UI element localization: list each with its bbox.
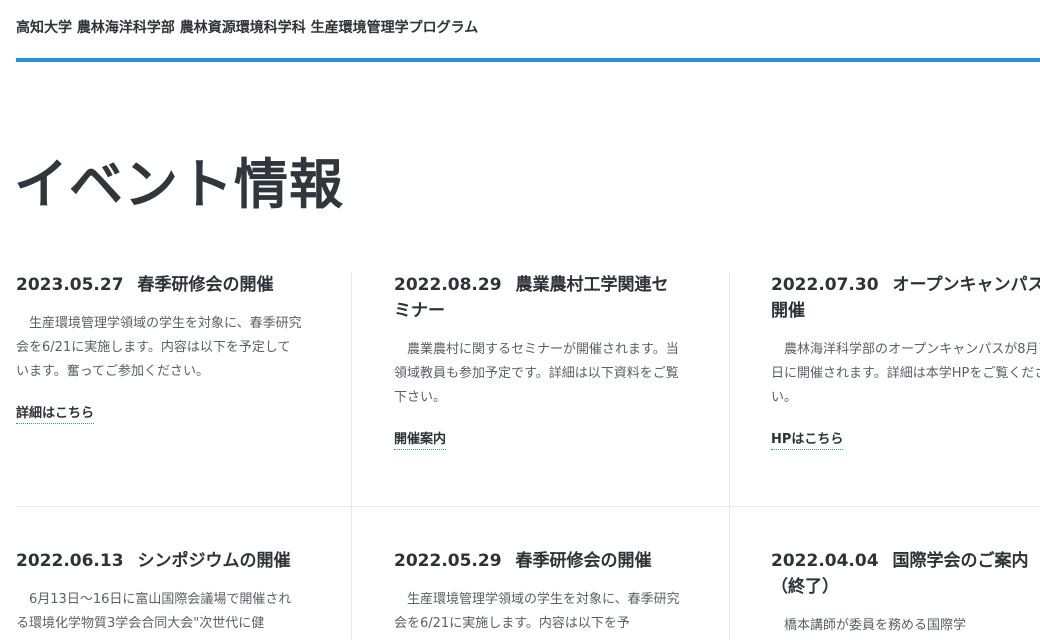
page-title: イベント情報 bbox=[14, 153, 344, 216]
site-title[interactable]: 高知大学 農林海洋科学部 農林資源環境科学科 生産環境管理学プログラム bbox=[16, 17, 478, 37]
event-card: 2023.05.27 春季研修会の開催 生産環境管理学領域の学生を対象に、春季研究… bbox=[0, 272, 378, 492]
event-heading[interactable]: 2023.05.27 春季研修会の開催 bbox=[16, 272, 306, 298]
event-description: 6月13日～16日に富山国際会議場で開催される環境化学物質3学会合同大会"次世代… bbox=[16, 592, 292, 631]
event-heading[interactable]: 2022.06.13 シンポジウムの開催 bbox=[16, 548, 306, 574]
event-card: 2022.08.29 農業農村工学関連セミナー 農業農村に関するセミナーが開催され… bbox=[378, 272, 756, 492]
event-description: 農林海洋科学部のオープンキャンパスが8月7日に開催されます。詳細は本学HPをご覧… bbox=[771, 342, 1040, 405]
event-heading[interactable]: 2022.04.04 国際学会のご案内（終了） bbox=[771, 548, 1040, 600]
event-date: 2022.04.04 bbox=[771, 551, 879, 571]
event-grid: 2023.05.27 春季研修会の開催 生産環境管理学領域の学生を対象に、春季研究… bbox=[0, 272, 1040, 640]
event-date: 2023.05.27 bbox=[16, 275, 124, 295]
event-detail-link[interactable]: 開催案内 bbox=[394, 428, 447, 450]
event-description: 生産環境管理学領域の学生を対象に、春季研究会を6/21に実施します。内容は以下を… bbox=[394, 592, 680, 631]
event-description: 農業農村に関するセミナーが開催されます。当領域教員も参加予定です。詳細は以下資料… bbox=[394, 342, 679, 405]
event-card: 2022.05.29 春季研修会の開催 生産環境管理学領域の学生を対象に、春季研究… bbox=[378, 548, 756, 640]
event-detail-link[interactable]: 詳細はこちら bbox=[16, 402, 95, 424]
event-date: 2022.05.29 bbox=[394, 551, 502, 571]
event-date: 2022.06.13 bbox=[16, 551, 124, 571]
event-detail-link[interactable]: HPはこちら bbox=[771, 428, 844, 450]
event-title: 春季研修会の開催 bbox=[515, 551, 652, 571]
event-date: 2022.08.29 bbox=[394, 275, 502, 295]
row-divider bbox=[16, 506, 1040, 507]
event-description: 生産環境管理学領域の学生を対象に、春季研究会を6/21に実施します。内容は以下を… bbox=[16, 316, 302, 379]
event-heading[interactable]: 2022.05.29 春季研修会の開催 bbox=[394, 548, 684, 574]
event-card: 2022.04.04 国際学会のご案内（終了） 橋本講師が委員を務める国際学 bbox=[755, 548, 1040, 640]
event-title: 春季研修会の開催 bbox=[137, 275, 274, 295]
event-card: 2022.07.30 オープンキャンパス開催 農林海洋科学部のオープンキャンパスが… bbox=[755, 272, 1040, 492]
event-date: 2022.07.30 bbox=[771, 275, 879, 295]
event-heading[interactable]: 2022.08.29 農業農村工学関連セミナー bbox=[394, 272, 684, 324]
event-title: シンポジウムの開催 bbox=[137, 551, 291, 571]
event-card: 2022.06.13 シンポジウムの開催 6月13日～16日に富山国際会議場で開催… bbox=[0, 548, 378, 640]
site-header: 高知大学 農林海洋科学部 農林資源環境科学科 生産環境管理学プログラム bbox=[16, 0, 1040, 62]
event-heading[interactable]: 2022.07.30 オープンキャンパス開催 bbox=[771, 272, 1040, 324]
event-description: 橋本講師が委員を務める国際学 bbox=[784, 618, 967, 633]
